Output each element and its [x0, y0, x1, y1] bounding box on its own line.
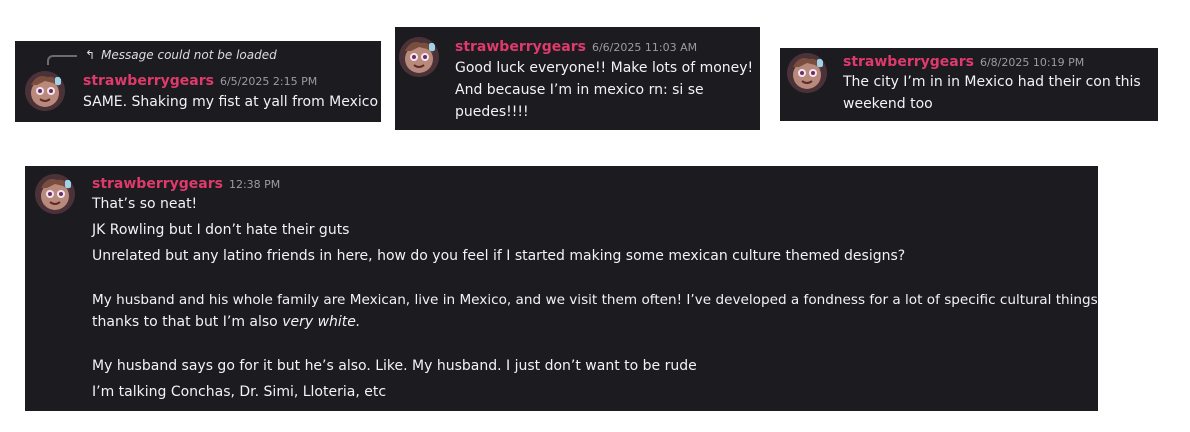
avatar[interactable] — [35, 174, 75, 214]
message-line: And because I’m in mexico rn: si se — [455, 82, 704, 98]
message-line: weekend too — [843, 96, 933, 112]
message-card-3: strawberrygears 6/8/2025 10:19 PM The cit… — [780, 48, 1158, 121]
message-card-4: strawberrygears 12:38 PM That’s so neat! … — [25, 166, 1098, 411]
message-card-2: strawberrygears 6/6/2025 11:03 AM Good lu… — [395, 27, 760, 130]
username[interactable]: strawberrygears — [83, 73, 214, 89]
message-header: strawberrygears 6/8/2025 10:19 PM — [843, 52, 1084, 72]
timestamp: 6/5/2025 2:15 PM — [219, 75, 318, 88]
italic-text: very white. — [282, 314, 361, 330]
message-line: The city I’m in in Mexico had their con … — [843, 74, 1141, 90]
timestamp: 12:38 PM — [228, 178, 281, 191]
message-line: Good luck everyone!! Make lots of money! — [455, 60, 754, 76]
avatar-image — [25, 71, 65, 111]
message-card-1: ↰ Message could not be loaded strawberryg… — [15, 41, 381, 122]
message-text: SAME. Shaking my fist at yall from Mexic… — [83, 94, 379, 110]
message-line: Unrelated but any latino friends in here… — [92, 248, 906, 264]
message-line: puedes!!!! — [455, 104, 529, 120]
reply-text: Message could not be loaded — [101, 48, 277, 62]
message-line: That’s so neat! — [92, 196, 198, 212]
avatar[interactable] — [399, 37, 439, 77]
avatar[interactable] — [25, 71, 65, 111]
timestamp: 6/8/2025 10:19 PM — [979, 56, 1085, 69]
username[interactable]: strawberrygears — [455, 39, 586, 55]
message-line: I’m talking Conchas, Dr. Simi, Lloteria,… — [92, 384, 387, 400]
username[interactable]: strawberrygears — [843, 54, 974, 70]
timestamp: 6/6/2025 11:03 AM — [591, 41, 698, 54]
reply-spine — [47, 55, 77, 65]
reply-reference[interactable]: ↰ Message could not be loaded — [85, 48, 277, 62]
message-header: strawberrygears 12:38 PM — [92, 174, 280, 194]
message-line: My husband and his whole family are Mexi… — [92, 292, 1098, 308]
message-line-wrapped: thanks to that but I’m also very white. — [92, 312, 360, 332]
username[interactable]: strawberrygears — [92, 176, 223, 192]
avatar-image — [399, 37, 439, 77]
avatar-image — [35, 174, 75, 214]
avatar-image — [787, 53, 827, 93]
message-header: strawberrygears 6/6/2025 11:03 AM — [455, 37, 697, 57]
message-text: thanks to that but I’m also — [92, 314, 283, 330]
message-line: JK Rowling but I don’t hate their guts — [92, 222, 350, 238]
message-line: My husband says go for it but he’s also.… — [92, 358, 697, 374]
reply-arrow-icon: ↰ — [85, 48, 96, 62]
avatar[interactable] — [787, 53, 827, 93]
message-header: strawberrygears 6/5/2025 2:15 PM — [83, 71, 317, 91]
